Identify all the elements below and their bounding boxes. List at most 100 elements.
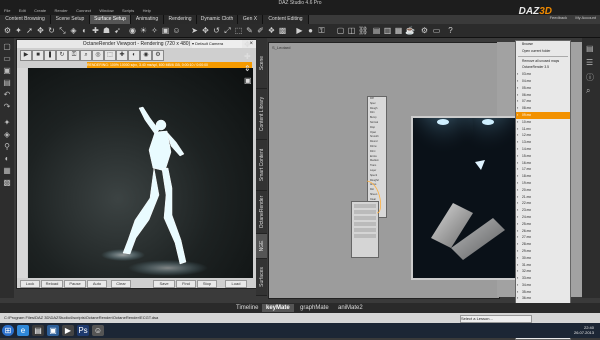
menu-render[interactable]: Render bbox=[55, 7, 68, 15]
settings-icon[interactable]: ⚙ bbox=[420, 26, 429, 35]
new-icon[interactable]: ▢ bbox=[2, 42, 12, 52]
side-tab-scene[interactable]: Scene bbox=[256, 38, 267, 89]
tab-surface-setup[interactable]: Surface Setup bbox=[90, 15, 131, 24]
window-icon[interactable]: ▦ bbox=[394, 26, 403, 35]
box-icon[interactable]: ▢ bbox=[336, 26, 345, 35]
side-tab-content-library[interactable]: Content Library bbox=[256, 89, 267, 140]
rotate-icon[interactable]: ↻ bbox=[47, 26, 56, 35]
side-tab-surfaces[interactable]: Surfaces bbox=[256, 259, 267, 296]
render-icon[interactable]: ▥ bbox=[383, 26, 392, 35]
dropdown-item[interactable]: ▪ 31.mx bbox=[516, 262, 570, 269]
play-icon[interactable]: ▶ bbox=[20, 50, 32, 61]
redo-icon[interactable]: ↷ bbox=[2, 102, 12, 112]
clear-button[interactable]: Clear bbox=[111, 280, 131, 288]
texture-browse-dropdown[interactable]: Browse Open current folder Remove all un… bbox=[515, 40, 571, 340]
dropdown-item[interactable]: ▪ 09.mx bbox=[516, 111, 570, 119]
dropdown-item[interactable]: ▪ 14.mx bbox=[516, 146, 570, 153]
resize-icon[interactable]: ⤢ bbox=[223, 26, 232, 35]
dropdown-item[interactable]: ▪ 25.mx bbox=[516, 221, 570, 228]
pan-icon[interactable]: ✚ bbox=[244, 52, 251, 61]
dropdown-item[interactable]: ▪ 07.mx bbox=[516, 98, 570, 105]
tab-content-browsing[interactable]: Content Browsing bbox=[0, 15, 51, 24]
menu-window[interactable]: Window bbox=[99, 7, 113, 15]
region-icon[interactable]: ⬚ bbox=[234, 26, 243, 35]
dropdown-item[interactable]: ▪ 26.mx bbox=[516, 228, 570, 235]
lock-button[interactable]: Lock bbox=[20, 280, 40, 288]
node-icon[interactable]: ◈ bbox=[69, 26, 78, 35]
dropdown-item[interactable]: ▪ 18.mx bbox=[516, 173, 570, 180]
camera-select[interactable]: ▾ Default Camera bbox=[192, 40, 242, 48]
camera-icon[interactable]: ◉ bbox=[128, 26, 137, 35]
play-icon[interactable]: ▶ bbox=[295, 26, 304, 35]
dropdown-item[interactable]: ▪ 04.mx bbox=[516, 78, 570, 85]
tab-rendering[interactable]: Rendering bbox=[164, 15, 197, 24]
link-icon[interactable]: ⛓ bbox=[358, 26, 368, 35]
undo-icon[interactable]: ↶ bbox=[2, 90, 12, 100]
orbit-icon[interactable]: ✥ bbox=[244, 40, 251, 49]
dropdown-item[interactable]: ▪ 10.mx bbox=[516, 119, 570, 126]
dropdown-item[interactable]: ▪ 35.mx bbox=[516, 289, 570, 296]
crop-icon[interactable]: ⬚ bbox=[104, 50, 116, 61]
smart-icon[interactable]: ✦ bbox=[2, 118, 12, 128]
scale-icon[interactable]: ⤡ bbox=[58, 26, 67, 35]
zoom-icon[interactable]: ⌕ bbox=[80, 50, 92, 61]
side-tab-nge[interactable]: NGE bbox=[256, 234, 267, 259]
dropdown-item[interactable]: ▪ 36.mx bbox=[516, 295, 570, 302]
menu-help[interactable]: Help bbox=[143, 7, 151, 15]
white-balance-icon[interactable]: ◐ bbox=[128, 50, 140, 61]
tex-icon[interactable]: ▩ bbox=[2, 178, 12, 188]
settings-icon[interactable]: ⚙ bbox=[152, 50, 164, 61]
dropdown-item[interactable]: ▪ 06.mx bbox=[516, 92, 570, 99]
dropdown-item[interactable]: ▪ 11.mx bbox=[516, 126, 570, 133]
tab-keymate[interactable]: keyMate bbox=[262, 304, 294, 312]
dolly-icon[interactable]: ⇕ bbox=[244, 64, 251, 73]
dropdown-item[interactable]: ▪ 21.mx bbox=[516, 194, 570, 201]
tab-animate2[interactable]: aniMate2 bbox=[334, 304, 367, 312]
pointer-icon[interactable]: ➤ bbox=[190, 26, 199, 35]
move-icon[interactable]: ✥ bbox=[36, 26, 45, 35]
arrow-icon[interactable]: ➚ bbox=[25, 26, 34, 35]
dropdown-item[interactable]: ▪ 24.mx bbox=[516, 214, 570, 221]
dropdown-item[interactable]: ▪ 16.mx bbox=[516, 160, 570, 167]
stop-icon[interactable]: ■ bbox=[32, 50, 44, 61]
render-settings-icon[interactable]: ▤ bbox=[372, 26, 381, 35]
tab-animating[interactable]: Animating bbox=[131, 15, 164, 24]
teapot-icon[interactable]: ☕ bbox=[405, 26, 415, 35]
figure-icon[interactable]: ☺ bbox=[172, 26, 181, 35]
side-tab-smart-content[interactable]: Smart Content bbox=[256, 140, 267, 191]
material-icon[interactable]: ◉ bbox=[140, 50, 152, 61]
panel-icon[interactable]: ▤ bbox=[586, 44, 594, 53]
dropdown-item[interactable]: ▪ 12.mx bbox=[516, 132, 570, 139]
remove-unused-item[interactable]: Remove all unused maps bbox=[516, 58, 570, 65]
dropdown-item[interactable]: ▪ 17.mx bbox=[516, 166, 570, 173]
gear-icon[interactable]: ⚙ bbox=[3, 26, 12, 35]
dropdown-item[interactable]: ▪ 33.mx bbox=[516, 275, 570, 282]
auto-button[interactable]: Auto bbox=[87, 280, 107, 288]
media-icon[interactable]: ▶ bbox=[62, 325, 74, 336]
aux-icon[interactable]: ◐ bbox=[2, 154, 12, 164]
menu-create[interactable]: Create bbox=[34, 7, 46, 15]
paint-icon[interactable]: ❖ bbox=[267, 26, 276, 35]
tab-graphmate[interactable]: graphMate bbox=[296, 304, 333, 312]
cube-icon[interactable]: ◫ bbox=[347, 26, 356, 35]
brush-icon[interactable]: ✐ bbox=[256, 26, 265, 35]
folder-icon[interactable]: ▣ bbox=[47, 325, 59, 336]
pose-icon[interactable]: ☗ bbox=[102, 26, 111, 35]
tab-scene-setup[interactable]: Scene Setup bbox=[51, 15, 90, 24]
lock-icon[interactable]: ⚿ bbox=[68, 50, 80, 61]
dropdown-item[interactable]: ▪ 32.mx bbox=[516, 268, 570, 275]
dropdown-item[interactable]: ▪ 19.mx bbox=[516, 180, 570, 187]
joint-icon[interactable]: ✚ bbox=[91, 26, 100, 35]
menu-connect[interactable]: Connect bbox=[76, 7, 91, 15]
primitive-icon[interactable]: ▣ bbox=[161, 26, 170, 35]
load-button[interactable]: Load bbox=[225, 280, 247, 288]
surface-icon[interactable]: ◐ bbox=[80, 26, 89, 35]
save-icon[interactable]: ▣ bbox=[2, 66, 12, 76]
pause-button[interactable]: Pause bbox=[64, 280, 86, 288]
dropdown-item[interactable]: ▪ 29.mx bbox=[516, 248, 570, 255]
light-icon[interactable]: ☀ bbox=[139, 26, 148, 35]
select-icon[interactable]: ➹ bbox=[113, 26, 122, 35]
refresh-icon[interactable]: ↻ bbox=[56, 50, 68, 61]
lesson-select[interactable]: Select a Lesson... bbox=[460, 315, 532, 323]
start-icon[interactable]: ⊞ bbox=[2, 325, 14, 336]
